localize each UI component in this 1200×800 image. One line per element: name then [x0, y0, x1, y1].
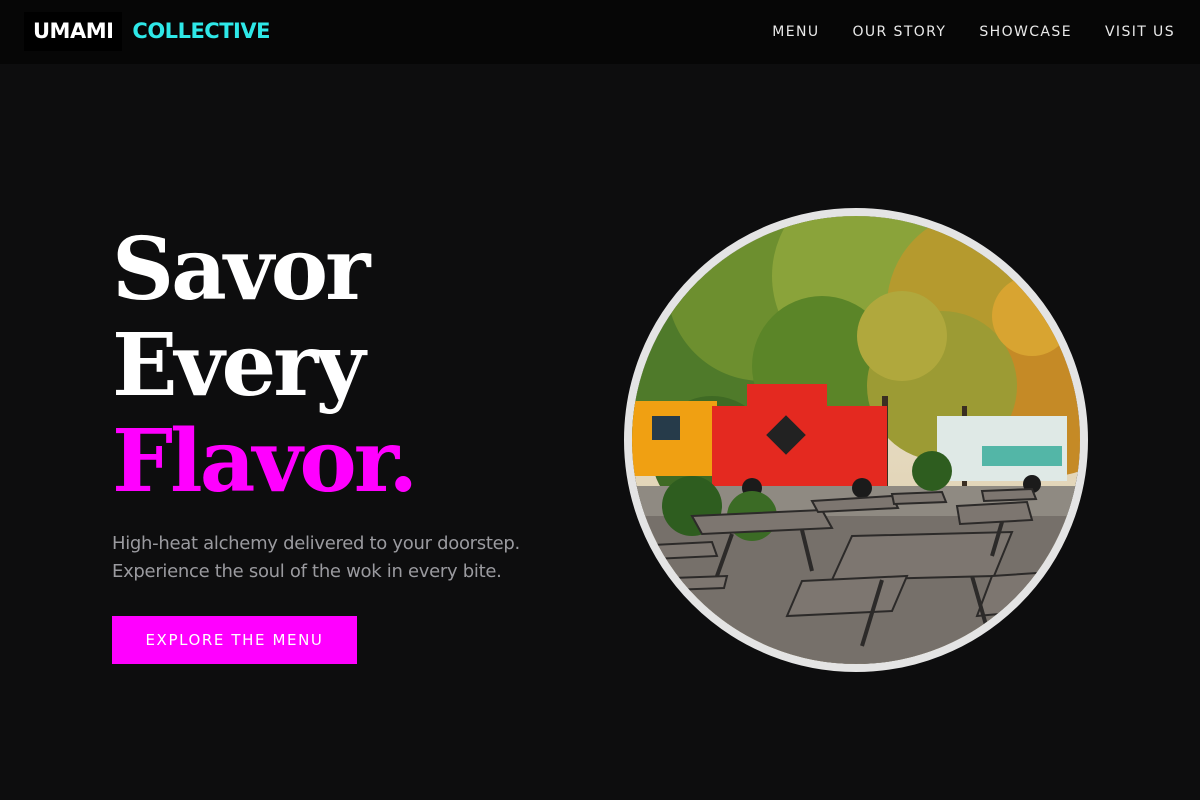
site-header: UMAMI COLLECTIVE MENU OUR STORY SHOWCASE… [0, 0, 1200, 64]
hero-heading-line-1: Savor [112, 219, 370, 320]
logo-secondary-text: COLLECTIVE [132, 19, 270, 43]
hero-heading: Savor Every Flavor. [112, 219, 418, 512]
hero-subtitle: High-heat alchemy delivered to your door… [112, 530, 582, 586]
hero-subtitle-line-1: High-heat alchemy delivered to your door… [112, 533, 520, 554]
main-nav: MENU OUR STORY SHOWCASE VISIT US [739, 0, 1175, 64]
nav-item-our-story[interactable]: OUR STORY [852, 24, 946, 40]
site-logo[interactable]: UMAMI COLLECTIVE [24, 12, 270, 51]
nav-item-showcase[interactable]: SHOWCASE [979, 24, 1072, 40]
nav-item-menu[interactable]: MENU [772, 24, 819, 40]
nav-item-visit-us[interactable]: VISIT US [1105, 24, 1175, 40]
hero-heading-accent: Flavor. [112, 411, 418, 512]
hero-subtitle-line-2: Experience the soul of the wok in every … [112, 561, 502, 582]
hero-heading-line-2: Every [112, 315, 366, 416]
explore-menu-button[interactable]: EXPLORE THE MENU [112, 616, 357, 664]
hero-photo [624, 208, 1088, 672]
logo-primary-text: UMAMI [24, 12, 123, 51]
food-truck-park-image [632, 216, 1080, 664]
